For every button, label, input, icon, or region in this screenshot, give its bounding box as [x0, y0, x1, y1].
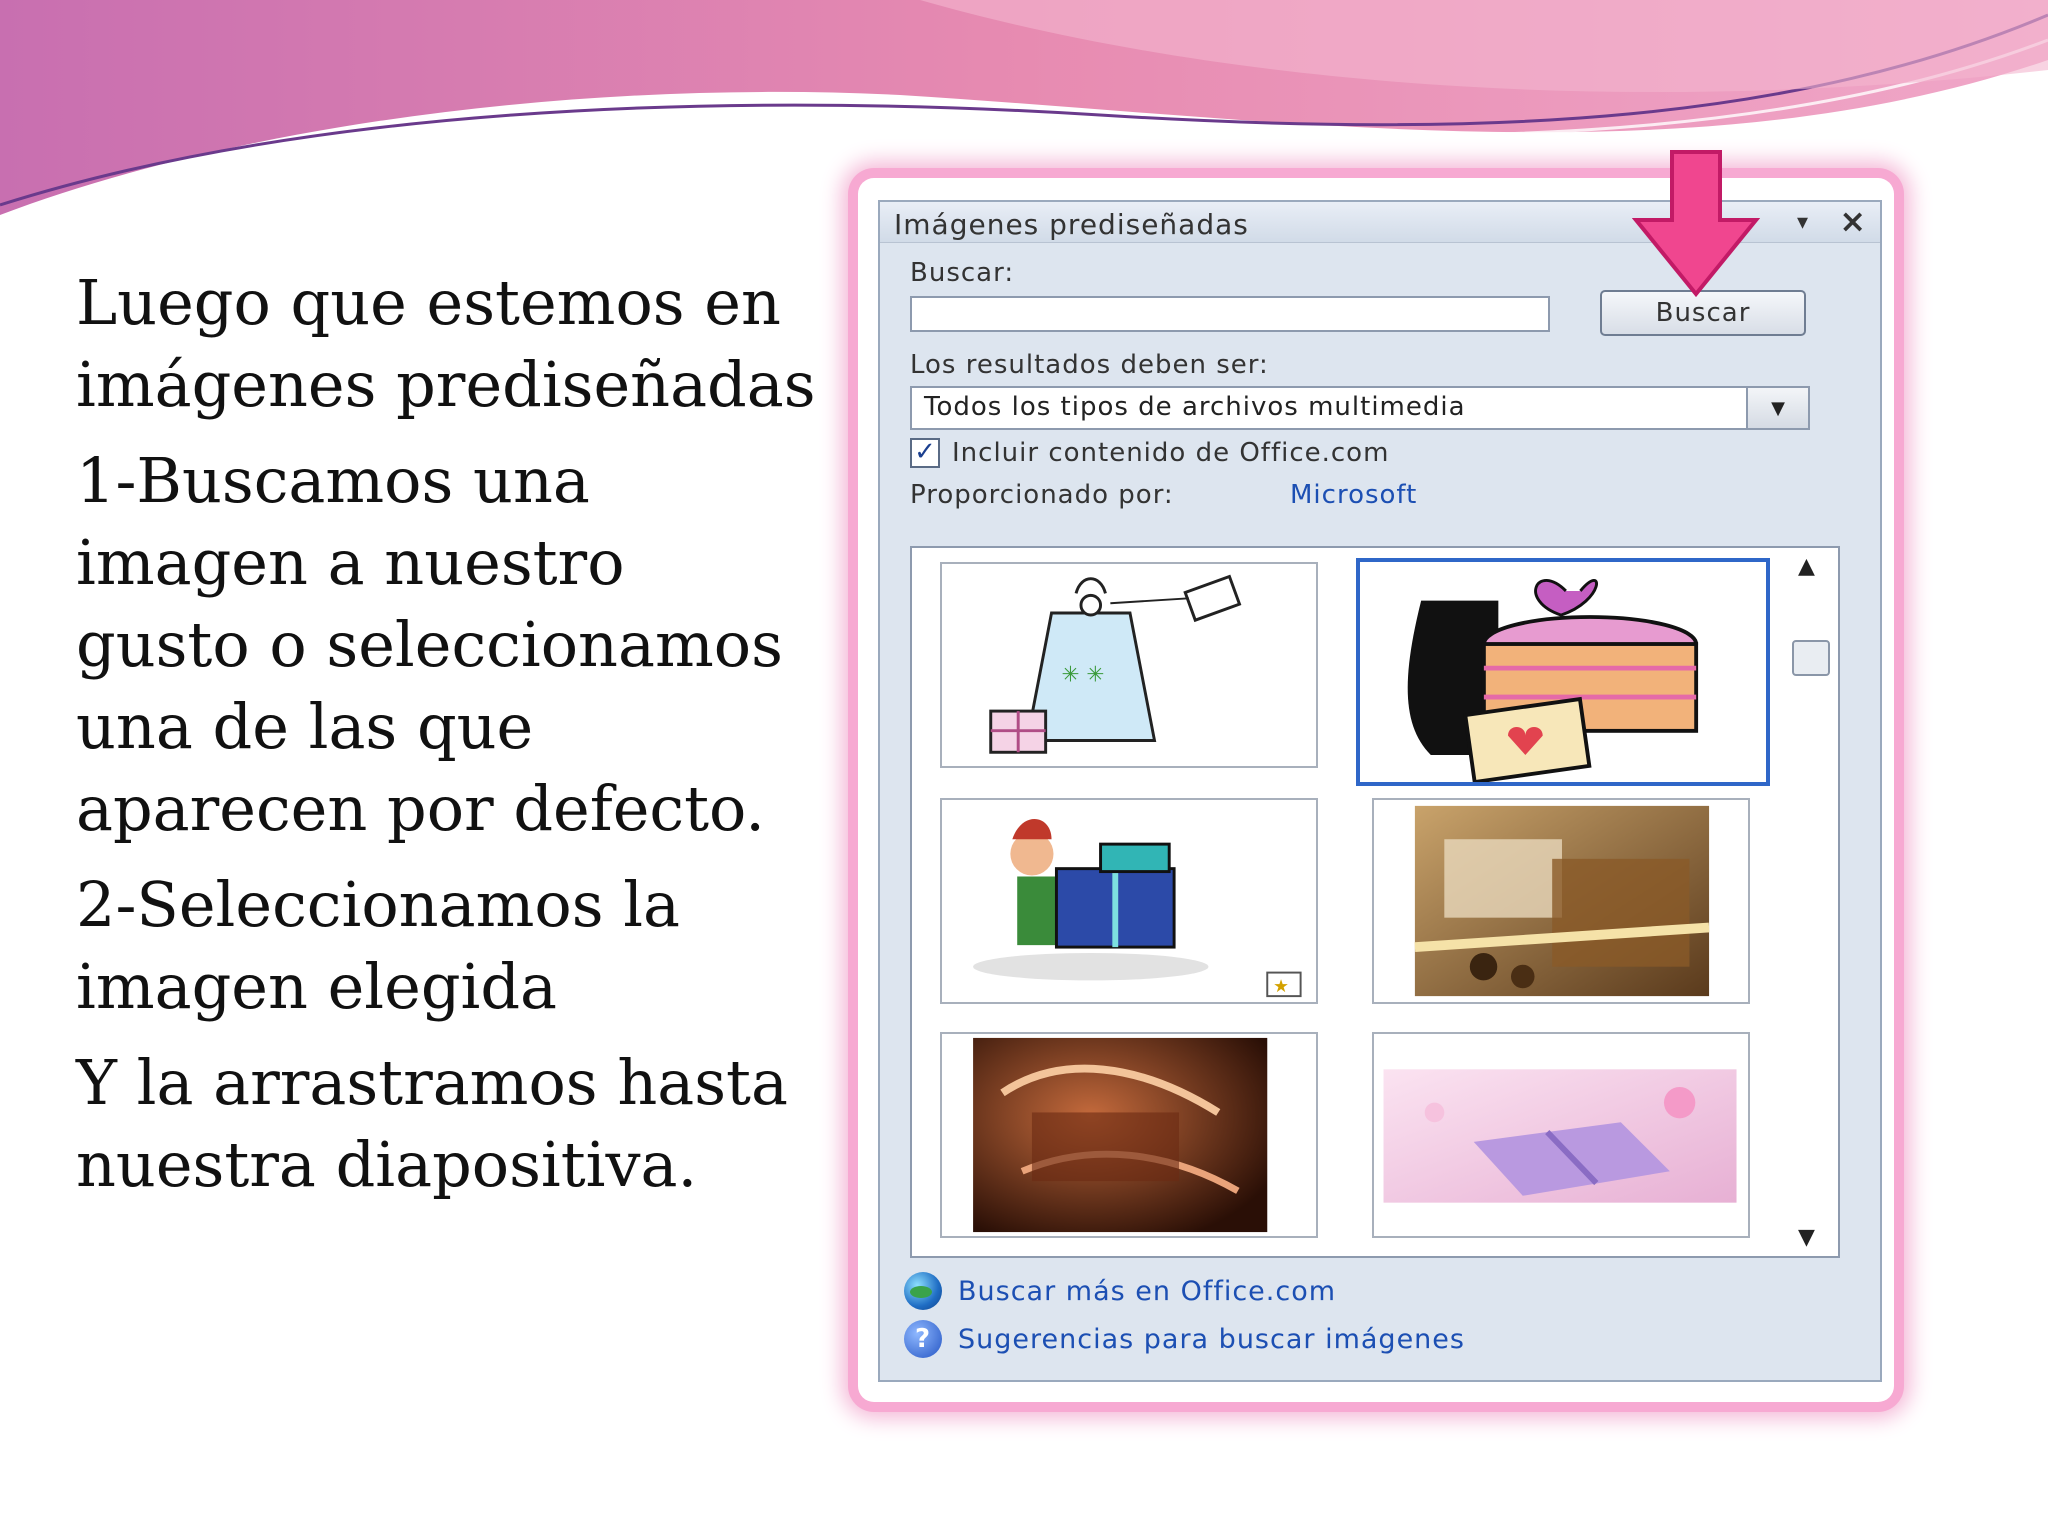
clipart-thumbnail-shopping-bag[interactable]: ✳ ✳ [940, 562, 1318, 768]
search-more-office-label: Buscar más en Office.com [958, 1275, 1337, 1307]
slide-paragraph-step-2: 2-Seleccionamos la imagen elegida [76, 868, 681, 1023]
scroll-down-icon[interactable]: ▼ [1798, 1225, 1815, 1250]
slide-paragraph-step-1: 1-Buscamos una imagen a nuestro gusto o … [76, 444, 783, 845]
search-tips-link[interactable]: ? Sugerencias para buscar imágenes [904, 1320, 1465, 1358]
pane-title: Imágenes prediseñadas [894, 208, 1249, 241]
search-more-office-link[interactable]: Buscar más en Office.com [904, 1272, 1336, 1310]
search-label: Buscar: [910, 258, 1015, 288]
chevron-down-icon[interactable]: ▼ [1746, 388, 1808, 428]
globe-icon [904, 1272, 942, 1310]
results-type-label: Los resultados deben ser: [910, 350, 1269, 380]
media-type-selected-value: Todos los tipos de archivos multimedia [924, 392, 1466, 422]
photo-thumbnail-brown-gift-ribbon[interactable] [940, 1032, 1318, 1238]
slide-body-text: Luego que estemos en imágenes prediseñad… [76, 262, 816, 1220]
photo-thumbnail-golden-gifts[interactable] [1372, 798, 1750, 1004]
slide-paragraph-drag: Y la arrastramos hasta nuestra diapositi… [76, 1046, 788, 1201]
clipart-results-grid: ✳ ✳ ★ ▲ ▼ [910, 546, 1840, 1258]
slide-paragraph-intro: Luego que estemos en imágenes prediseñad… [76, 266, 816, 421]
provider-link[interactable]: Microsoft [1290, 480, 1417, 510]
include-office-checkbox[interactable]: ✓ [910, 438, 940, 468]
photo-thumbnail-pink-gifts[interactable] [1372, 1032, 1750, 1238]
close-icon[interactable]: × [1839, 202, 1866, 240]
provided-by-label: Proporcionado por: [910, 480, 1174, 510]
svg-text:✳ ✳: ✳ ✳ [1061, 663, 1104, 688]
include-office-label: Incluir contenido de Office.com [952, 438, 1390, 468]
help-icon: ? [904, 1320, 942, 1358]
pointer-arrow-icon [1632, 150, 1760, 298]
search-input[interactable] [910, 296, 1550, 332]
scroll-up-icon[interactable]: ▲ [1798, 554, 1815, 579]
pane-options-dropdown-icon[interactable]: ▾ [1797, 210, 1808, 235]
scroll-thumb[interactable] [1792, 640, 1830, 676]
clipart-task-pane: Imágenes prediseñadas ▾ × Buscar: Buscar… [878, 200, 1882, 1382]
svg-text:★: ★ [1273, 977, 1289, 997]
results-scrollbar[interactable]: ▲ ▼ [1790, 554, 1832, 1250]
media-type-select[interactable]: Todos los tipos de archivos multimedia ▼ [910, 386, 1810, 430]
search-tips-label: Sugerencias para buscar imágenes [958, 1323, 1465, 1355]
clipart-thumbnail-elf-with-gift[interactable]: ★ [940, 798, 1318, 1004]
clipart-thumbnail-gift-box[interactable] [1356, 558, 1770, 786]
